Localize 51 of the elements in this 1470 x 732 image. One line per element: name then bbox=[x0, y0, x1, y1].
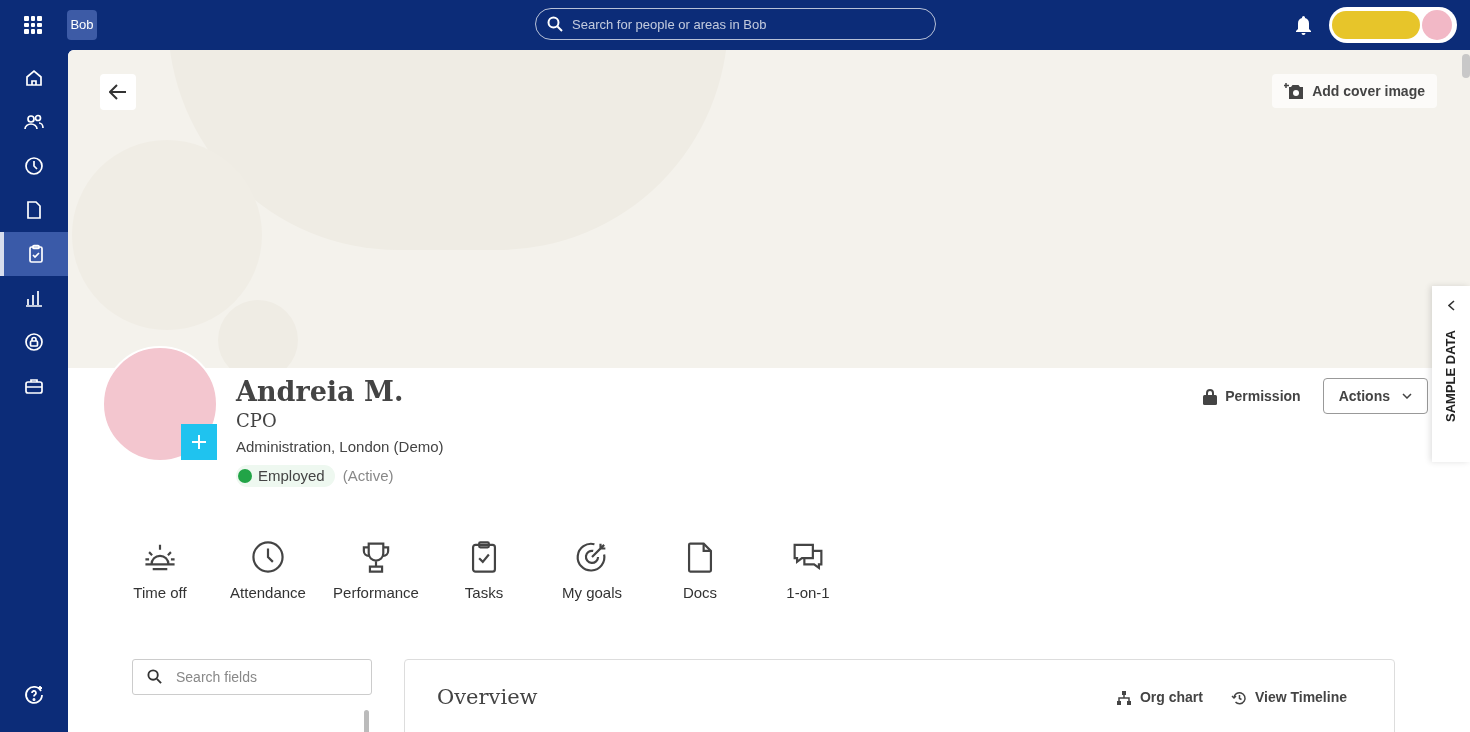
back-arrow-icon bbox=[109, 84, 127, 100]
scrollbar-thumb[interactable] bbox=[364, 710, 369, 732]
shortcut-button[interactable]: Tasks bbox=[430, 540, 538, 605]
activity-state: (Active) bbox=[342, 465, 394, 486]
app-logo[interactable]: Bob bbox=[67, 10, 97, 40]
clipboard-icon bbox=[26, 244, 46, 264]
people-icon bbox=[24, 112, 44, 132]
notification-bell-icon[interactable] bbox=[1295, 16, 1312, 35]
bar-chart-icon bbox=[24, 288, 44, 308]
nav-item[interactable] bbox=[0, 232, 68, 276]
shortcut-button[interactable]: Docs bbox=[646, 540, 754, 605]
search-icon bbox=[147, 669, 162, 684]
permission-button[interactable]: Permission bbox=[1203, 385, 1301, 407]
history-icon bbox=[1230, 689, 1247, 706]
shortcut-button[interactable]: 1-on-1 bbox=[754, 540, 862, 605]
shortcut-button[interactable]: Time off bbox=[106, 540, 214, 605]
shortcut-button[interactable]: Attendance bbox=[214, 540, 322, 605]
clock-icon bbox=[24, 156, 44, 176]
scrollbar-thumb[interactable] bbox=[1462, 54, 1470, 78]
search-field[interactable]: Search for people or areas in Bob bbox=[535, 8, 936, 40]
shortcut-button[interactable]: Performance bbox=[322, 540, 430, 605]
overview-link[interactable]: View Timeline bbox=[1230, 687, 1347, 708]
apps-menu-icon[interactable] bbox=[24, 16, 42, 34]
briefcase-icon bbox=[24, 376, 44, 396]
plus-icon bbox=[192, 435, 206, 449]
field-search-input[interactable]: Search fields bbox=[132, 659, 372, 695]
org-chart-icon bbox=[1115, 689, 1132, 706]
actions-dropdown[interactable]: Actions bbox=[1322, 378, 1428, 414]
job-title: CPO bbox=[236, 409, 278, 433]
search-icon bbox=[547, 16, 563, 32]
avatar-placeholder bbox=[1422, 10, 1452, 40]
side-panel-label: SAMPLE DATA bbox=[1442, 330, 1460, 422]
department-location: Administration, London (Demo) bbox=[236, 437, 444, 457]
section-title: Overview bbox=[437, 684, 538, 711]
document-icon bbox=[24, 200, 44, 220]
chevron-left-icon bbox=[1447, 300, 1455, 311]
overview-link[interactable]: Org chart bbox=[1115, 687, 1203, 708]
shortcut-button[interactable]: My goals bbox=[538, 540, 646, 605]
lock-icon bbox=[1203, 387, 1218, 405]
lock-circle-icon bbox=[24, 332, 44, 352]
camera-icon bbox=[1284, 82, 1305, 100]
back-button[interactable] bbox=[100, 74, 136, 110]
home-icon bbox=[24, 68, 44, 88]
side-panel-tab[interactable]: SAMPLE DATA bbox=[1432, 286, 1470, 462]
help-icon[interactable] bbox=[24, 685, 44, 705]
clock-icon bbox=[251, 540, 285, 574]
status-label: Employed bbox=[258, 465, 325, 486]
chevron-down-icon bbox=[1402, 393, 1412, 399]
employee-name: Andreia M. bbox=[236, 375, 405, 409]
user-avatar-pill[interactable] bbox=[1329, 7, 1457, 43]
add-cover-image-button[interactable]: Add cover image bbox=[1272, 74, 1437, 108]
